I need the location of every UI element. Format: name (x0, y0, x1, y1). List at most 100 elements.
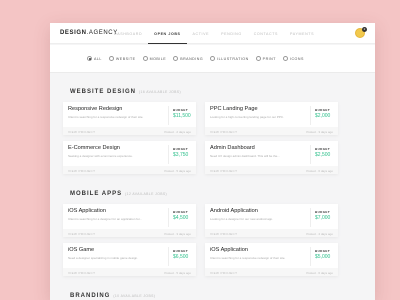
budget-box: BUDGET $7,000 (310, 208, 334, 227)
card-footer: VIEW PROJECT Posted · 6 days ago (205, 166, 338, 174)
budget-box: BUDGET $11,500 (168, 106, 192, 125)
budget-box: BUDGET $6,500 (168, 247, 192, 266)
job-card[interactable]: E-Commerce Design Seeking a designer wit… (63, 141, 196, 174)
card-footer: VIEW PROJECT Posted · 3 days ago (63, 229, 196, 237)
view-project-link[interactable]: VIEW PROJECT (68, 130, 95, 134)
job-card[interactable]: iOS Application Client is searching for … (205, 243, 338, 276)
job-card[interactable]: Android Application Looking for a design… (205, 204, 338, 237)
job-title: E-Commerce Design (68, 145, 120, 151)
posted-date: Posted · 3 days ago (164, 231, 191, 236)
filter-label: BRANDING (180, 56, 204, 61)
radio-icon (255, 56, 261, 61)
view-project-link[interactable]: VIEW PROJECT (68, 169, 95, 173)
budget-label: BUDGET (315, 249, 331, 253)
budget-value: $5,000 (315, 254, 331, 260)
section-heading: WEBSITE DESIGN (70, 89, 137, 95)
budget-box: BUDGET $2,000 (310, 106, 334, 125)
card-footer: VIEW PROJECT Posted · 2 days ago (63, 127, 196, 135)
section-title-mobile-apps: MOBILE APPS (12 AVAILABLE JOBS) (70, 191, 167, 197)
view-project-link[interactable]: VIEW PROJECT (210, 271, 237, 275)
posted-date: Posted · 6 days ago (306, 270, 333, 275)
budget-label: BUDGET (173, 147, 189, 151)
job-description: Client is searching for a responsive red… (210, 256, 286, 260)
budget-label: BUDGET (315, 108, 331, 112)
posted-date: Posted · 5 days ago (164, 270, 191, 275)
section-job-count: (16 AVAILABLE JOBS) (139, 90, 181, 94)
budget-label: BUDGET (315, 210, 331, 214)
job-title: iOS Application (68, 208, 106, 214)
job-title: Admin Dashboard (210, 145, 255, 151)
filter-all[interactable]: ALL (87, 56, 102, 61)
filter-label: PRINT (262, 56, 276, 61)
posted-date: Posted · 6 days ago (306, 168, 333, 173)
job-title: Android Application (210, 208, 258, 214)
filter-label: ILLUSTRATION (217, 56, 249, 61)
radio-icon (210, 56, 216, 61)
section-job-count: (12 AVAILABLE JOBS) (125, 192, 168, 196)
card-footer: VIEW PROJECT Posted · 5 days ago (63, 166, 196, 174)
budget-value: $2,500 (315, 152, 331, 158)
filter-illustration[interactable]: ILLUSTRATION (210, 56, 249, 61)
section-job-count: (10 AVAILABLE JOBS) (113, 294, 156, 298)
card-footer: VIEW PROJECT Posted · 3 days ago (205, 127, 338, 135)
job-description: Looking for a designer for our new andro… (210, 217, 274, 221)
budget-box: BUDGET $5,000 (310, 247, 334, 266)
view-project-link[interactable]: VIEW PROJECT (210, 169, 237, 173)
card-footer: VIEW PROJECT Posted · 5 days ago (63, 268, 196, 276)
filter-mobile[interactable]: MOBILE (142, 56, 167, 61)
nav-active[interactable]: ACTIVE (187, 23, 216, 44)
filter-label: ALL (94, 56, 102, 61)
nav-dashboard[interactable]: DASHBOARD (108, 23, 148, 44)
notification-badge: 2 (362, 27, 367, 32)
filter-bar: ALL WEBSITE MOBILE BRANDING ILLUSTRATION… (50, 45, 375, 73)
card-footer: VIEW PROJECT Posted · 6 days ago (205, 268, 338, 276)
section-heading: MOBILE APPS (70, 191, 123, 197)
budget-value: $4,500 (173, 215, 189, 221)
budget-box: BUDGET $2,500 (310, 145, 334, 164)
budget-box: BUDGET $3,750 (168, 145, 192, 164)
filter-label: WEBSITE (115, 56, 136, 61)
budget-label: BUDGET (315, 147, 331, 151)
view-project-link[interactable]: VIEW PROJECT (68, 271, 95, 275)
view-project-link[interactable]: VIEW PROJECT (210, 232, 237, 236)
budget-value: $7,000 (315, 215, 331, 221)
job-description: Client is searching for a designer for a… (68, 217, 143, 221)
nav-contacts[interactable]: CONTACTS (248, 23, 284, 44)
filter-branding[interactable]: BRANDING (173, 56, 203, 61)
budget-box: BUDGET $4,500 (168, 208, 192, 227)
radio-icon (108, 56, 114, 61)
job-title: PPC Landing Page (210, 106, 258, 112)
filter-website[interactable]: WEBSITE (108, 56, 136, 61)
job-title: Responsive Redesign (68, 106, 123, 112)
section-heading: BRANDING (70, 293, 111, 299)
radio-icon (282, 56, 288, 61)
radio-checked-icon (87, 56, 92, 61)
radio-icon (173, 56, 179, 61)
view-project-link[interactable]: VIEW PROJECT (68, 232, 95, 236)
budget-label: BUDGET (173, 249, 189, 253)
job-card[interactable]: iOS Application Client is searching for … (63, 204, 196, 237)
budget-value: $11,500 (173, 113, 191, 119)
budget-value: $3,750 (173, 152, 189, 158)
radio-icon (142, 56, 148, 61)
job-description: Looking for a high converting landing pa… (210, 115, 284, 119)
filter-icons[interactable]: ICONS (282, 56, 304, 61)
job-card[interactable]: PPC Landing Page Looking for a high conv… (205, 102, 338, 135)
section-title-branding: BRANDING (10 AVAILABLE JOBS) (70, 293, 155, 299)
nav-pending[interactable]: PENDING (215, 23, 248, 44)
filter-label: MOBILE (149, 56, 167, 61)
category-filters: ALL WEBSITE MOBILE BRANDING ILLUSTRATION… (87, 56, 304, 61)
main-nav: DASHBOARD OPEN JOBS ACTIVE PENDING CONTA… (108, 23, 320, 44)
filter-print[interactable]: PRINT (255, 56, 276, 61)
view-project-link[interactable]: VIEW PROJECT (210, 130, 237, 134)
job-card[interactable]: Responsive Redesign Client is searching … (63, 102, 196, 135)
job-title: iOS Application (210, 247, 248, 253)
job-card[interactable]: iOS Game Need a designer specializing in… (63, 243, 196, 276)
job-card[interactable]: Admin Dashboard Need UX design admin das… (205, 141, 338, 174)
nav-open-jobs[interactable]: OPEN JOBS (148, 23, 187, 44)
job-description: Need UX design admin dashboard. This wil… (210, 154, 280, 158)
nav-payments[interactable]: PAYMENTS (284, 23, 320, 44)
budget-label: BUDGET (173, 108, 189, 112)
job-description: Seeking a designer with ecommerce experi… (68, 154, 133, 158)
budget-value: $6,500 (173, 254, 189, 260)
